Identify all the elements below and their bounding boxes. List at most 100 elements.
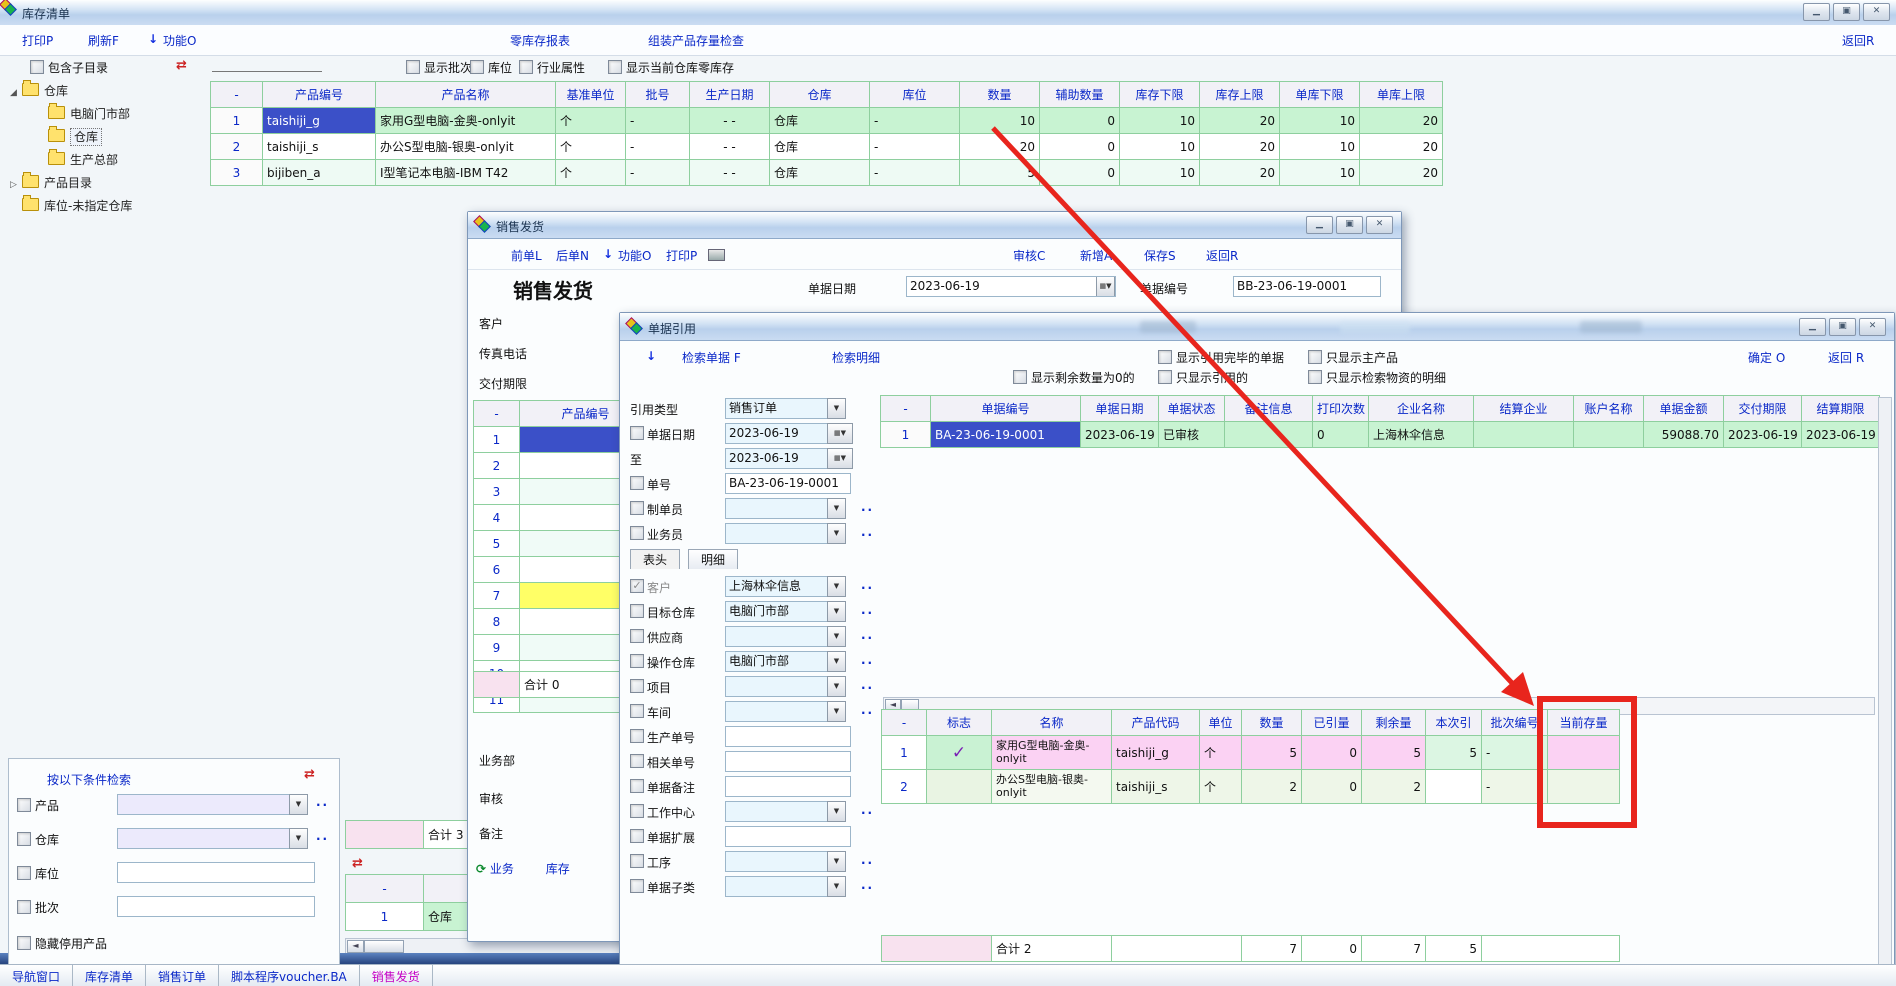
- ref-back-button[interactable]: 返回 R: [1828, 349, 1864, 366]
- lookup-dots-button[interactable]: ..: [861, 603, 874, 617]
- form-checkbox[interactable]: [630, 854, 644, 868]
- search-field-input[interactable]: [117, 896, 315, 917]
- cell[interactable]: 1: [211, 108, 263, 134]
- cell[interactable]: 10: [1120, 134, 1200, 160]
- dropdown-button[interactable]: ▼: [827, 498, 846, 519]
- audit-button[interactable]: 审核C: [1013, 247, 1045, 264]
- back-button[interactable]: 返回R: [1842, 32, 1874, 49]
- cell[interactable]: 5: [960, 160, 1040, 186]
- ref-vertical-scrollbar[interactable]: [1878, 397, 1892, 967]
- form-input-单据日期[interactable]: 2023-06-19: [725, 423, 833, 444]
- lookup-dots-button[interactable]: ..: [861, 525, 874, 539]
- form-checkbox[interactable]: [630, 579, 644, 593]
- function-menu[interactable]: 功能O: [163, 32, 196, 49]
- form-input-生产单号[interactable]: [725, 726, 851, 747]
- form-checkbox[interactable]: [630, 779, 644, 793]
- tab-detail[interactable]: 明细: [688, 549, 738, 569]
- form-checkbox[interactable]: [630, 679, 644, 693]
- cell[interactable]: 个: [556, 134, 626, 160]
- cell[interactable]: 2023-06-19: [1081, 422, 1159, 448]
- search-field-input[interactable]: [117, 794, 297, 815]
- cell[interactable]: 20: [1360, 160, 1443, 186]
- cell[interactable]: 0: [1040, 108, 1120, 134]
- cell[interactable]: 仓库: [770, 134, 870, 160]
- lookup-dots-button[interactable]: ..: [861, 500, 874, 514]
- cell[interactable]: 1: [882, 736, 927, 770]
- refresh-button[interactable]: 刷新F: [88, 32, 119, 49]
- form-input-单据备注[interactable]: [725, 776, 851, 797]
- cell[interactable]: 0: [1040, 134, 1120, 160]
- form-checkbox[interactable]: [630, 879, 644, 893]
- show-batch-checkbox[interactable]: 显示批次: [406, 59, 472, 76]
- cell[interactable]: 8: [474, 609, 520, 635]
- cell[interactable]: taishiji_g: [1112, 736, 1200, 770]
- tab-header[interactable]: 表头: [630, 549, 680, 569]
- zero-stock-report-link[interactable]: 零库存报表: [510, 32, 570, 49]
- form-input-至[interactable]: 2023-06-19: [725, 448, 833, 469]
- cell[interactable]: 6: [474, 557, 520, 583]
- check-show-finished[interactable]: 显示引用完毕的单据: [1158, 349, 1284, 366]
- cell[interactable]: BA-23-06-19-0001: [931, 422, 1081, 448]
- form-checkbox[interactable]: [630, 476, 644, 490]
- cell[interactable]: 个: [1200, 770, 1242, 804]
- cell[interactable]: 个: [556, 160, 626, 186]
- form-checkbox[interactable]: [630, 654, 644, 668]
- doc-date-value[interactable]: 2023-06-19▦▼: [906, 276, 1116, 297]
- cell[interactable]: 3: [211, 160, 263, 186]
- cell[interactable]: 上海林伞信息: [1369, 422, 1474, 448]
- next-doc-button[interactable]: 后单N: [556, 247, 589, 264]
- form-input-工序[interactable]: [725, 851, 833, 872]
- cell[interactable]: taishiji_g: [263, 108, 376, 134]
- ref-minimize-button[interactable]: ▁: [1799, 318, 1826, 336]
- cell[interactable]: 仓库: [770, 160, 870, 186]
- form-checkbox[interactable]: [630, 804, 644, 818]
- form-checkbox[interactable]: [630, 829, 644, 843]
- cell[interactable]: - -: [690, 160, 770, 186]
- form-checkbox[interactable]: [630, 729, 644, 743]
- form-checkbox[interactable]: [630, 526, 644, 540]
- cell[interactable]: 20: [1360, 108, 1443, 134]
- cell[interactable]: -: [870, 160, 960, 186]
- cell[interactable]: 20: [1200, 134, 1280, 160]
- ref-close-button[interactable]: ✕: [1859, 318, 1886, 336]
- close-button[interactable]: ✕: [1863, 3, 1890, 21]
- add-button[interactable]: 新增A: [1080, 247, 1112, 264]
- cell[interactable]: 2: [211, 134, 263, 160]
- check-mark[interactable]: ✓: [927, 736, 992, 770]
- search-panel-sync-icon[interactable]: ⇄: [304, 767, 315, 782]
- cell[interactable]: 7: [474, 583, 520, 609]
- include-subdir-checkbox[interactable]: 包含子目录: [30, 59, 108, 76]
- tree-twist-icon[interactable]: ◢: [10, 82, 22, 105]
- cell[interactable]: 5: [1362, 736, 1426, 770]
- cell[interactable]: 2: [474, 453, 520, 479]
- sync-icon-bottom[interactable]: ⇄: [352, 856, 363, 871]
- cell[interactable]: 10: [1280, 134, 1360, 160]
- cell[interactable]: -: [626, 160, 690, 186]
- cell[interactable]: 9: [474, 635, 520, 661]
- ok-button[interactable]: 确定 O: [1748, 349, 1785, 366]
- form-checkbox[interactable]: [630, 754, 644, 768]
- cell[interactable]: 7: [1242, 936, 1302, 962]
- cell[interactable]: 10: [1120, 108, 1200, 134]
- lookup-dots-button[interactable]: ..: [316, 795, 329, 809]
- cell[interactable]: 7: [1362, 936, 1426, 962]
- cell[interactable]: [927, 770, 992, 804]
- tab-stock[interactable]: 库存: [546, 862, 570, 876]
- cell[interactable]: I型笔记本电脑-IBM T42: [376, 160, 556, 186]
- cell[interactable]: 5: [474, 531, 520, 557]
- save-button[interactable]: 保存S: [1144, 247, 1176, 264]
- cell[interactable]: 仓库: [770, 108, 870, 134]
- form-input-操作仓库[interactable]: 电脑门市部: [725, 651, 833, 672]
- cell[interactable]: 家用G型电脑-金奥-onlyit: [376, 108, 556, 134]
- cell[interactable]: 20: [1200, 108, 1280, 134]
- cell[interactable]: 2023-06-19: [1724, 422, 1802, 448]
- cell[interactable]: taishiji_s: [1112, 770, 1200, 804]
- lookup-dots-button[interactable]: ..: [861, 853, 874, 867]
- tree-item-生产总部[interactable]: 生产总部: [8, 149, 203, 172]
- cell[interactable]: 2: [882, 770, 927, 804]
- cell[interactable]: 0: [1313, 422, 1369, 448]
- cell[interactable]: [1426, 770, 1482, 804]
- industry-checkbox[interactable]: 行业属性: [519, 59, 585, 76]
- form-checkbox[interactable]: [630, 501, 644, 515]
- assembly-check-link[interactable]: 组装产品存量检查: [648, 32, 744, 49]
